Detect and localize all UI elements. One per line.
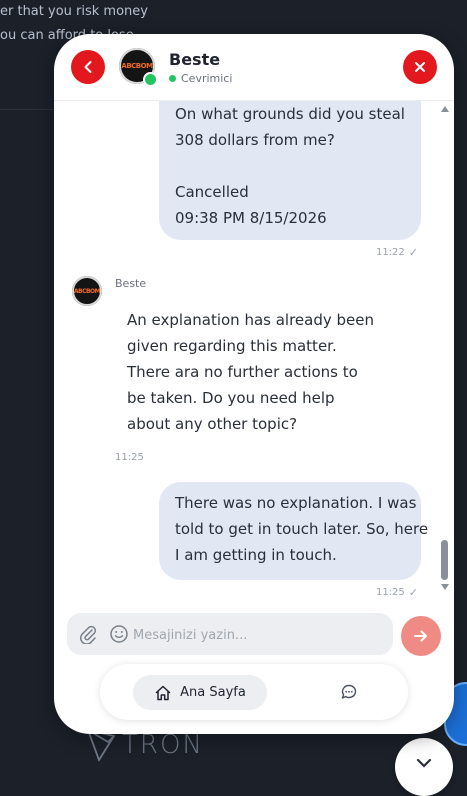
message-text: given regarding this matter. <box>127 337 337 355</box>
chat-bubble-icon[interactable] <box>340 683 358 701</box>
scroll-thumb[interactable] <box>441 540 448 580</box>
message-composer <box>67 613 393 655</box>
agent-name: Beste <box>169 50 221 69</box>
message-text: 308 dollars from me? <box>175 131 335 149</box>
message-text: Cancelled <box>175 183 249 201</box>
online-indicator <box>143 72 158 87</box>
message-time: 11:22 <box>375 247 405 258</box>
message-text: 09:38 PM 8/15/2026 <box>175 209 327 227</box>
bottom-nav: Ana Sayfa <box>100 664 408 720</box>
user-message-bubble: On what grounds did you steal 308 dollar… <box>159 101 421 240</box>
arrow-right-icon <box>414 630 427 642</box>
message-text: An explanation has already been <box>127 311 375 329</box>
back-button[interactable] <box>71 50 105 84</box>
read-check-icon: ✓ <box>408 246 418 259</box>
chat-widget: ABCBOM Beste Cevrimici On what grounds d… <box>54 34 454 734</box>
read-check-icon: ✓ <box>408 586 418 599</box>
chat-header: ABCBOM Beste Cevrimici <box>54 34 454 101</box>
message-text <box>175 153 405 179</box>
tron-wordmark: TRON <box>122 730 204 760</box>
paperclip-icon[interactable] <box>79 624 97 644</box>
message-time: 11:25 <box>115 452 144 463</box>
agent-status-text: Cevrimici <box>181 72 233 85</box>
message-text: On what grounds did you steal <box>175 105 405 123</box>
message-text: told to get in touch later. So, here <box>175 520 429 538</box>
close-button[interactable] <box>403 50 437 84</box>
send-button[interactable] <box>401 616 441 656</box>
user-message-bubble: There was no explanation. I was told to … <box>159 482 429 580</box>
agent-message-sender: Beste <box>115 277 147 290</box>
agent-message-bubble: An explanation has already been given re… <box>127 307 374 437</box>
agent-status: Cevrimici <box>169 72 232 85</box>
nav-home-button[interactable]: Ana Sayfa <box>133 675 267 710</box>
message-text: about any other topic? <box>127 415 298 433</box>
background-disclaimer-line-1: er that you risk money <box>0 4 148 19</box>
chevron-left-icon <box>84 61 92 73</box>
message-text: I am getting in touch. <box>175 546 337 564</box>
message-meta: 11:22 ✓ <box>376 246 418 259</box>
scroll-down-arrow-icon[interactable] <box>441 584 449 590</box>
close-icon <box>415 62 425 72</box>
chat-toggle-button[interactable] <box>395 738 453 796</box>
nav-home-label: Ana Sayfa <box>180 685 246 700</box>
message-text: There was no explanation. I was <box>175 494 417 512</box>
message-text: There ara no further actions to <box>127 363 358 381</box>
message-text: be taken. Do you need help <box>127 389 335 407</box>
message-time: 11:25 <box>375 587 405 598</box>
message-meta: 11:25 ✓ <box>376 586 418 599</box>
emoji-icon[interactable] <box>109 624 129 644</box>
agent-message-avatar: ABCBOM <box>72 276 102 306</box>
message-list[interactable]: On what grounds did you steal 308 dollar… <box>54 101 454 603</box>
background-divider <box>0 109 60 110</box>
agent-avatar: ABCBOM <box>119 48 158 87</box>
scroll-up-arrow-icon[interactable] <box>441 106 449 112</box>
status-dot-icon <box>169 75 176 82</box>
home-icon <box>155 685 171 700</box>
message-input[interactable] <box>131 621 385 649</box>
message-scrollbar[interactable] <box>440 104 450 604</box>
